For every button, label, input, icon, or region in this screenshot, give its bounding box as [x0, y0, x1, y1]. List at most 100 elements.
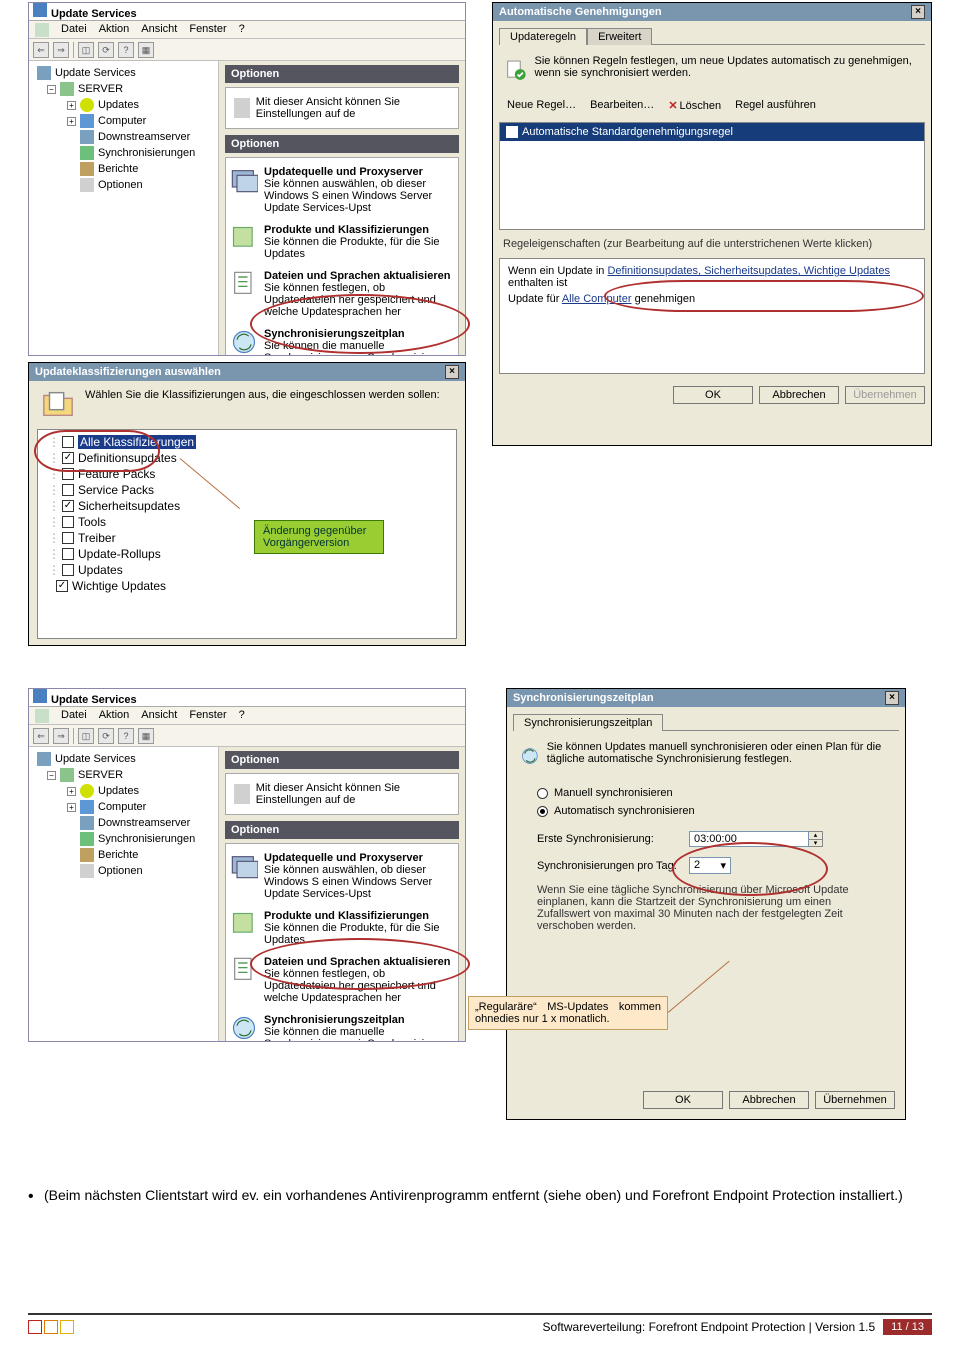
edit-rule-link[interactable]: Bearbeiten…: [590, 99, 654, 112]
close-icon[interactable]: ×: [911, 5, 925, 19]
class-item-6[interactable]: ⋮Treiber: [46, 530, 448, 546]
peach-annotation: „Regularäre“ MS-Updates kommen ohnedies …: [468, 996, 668, 1030]
class-checkbox[interactable]: ✓: [62, 500, 74, 512]
cancel-button[interactable]: Abbrechen: [759, 386, 839, 404]
menu-window[interactable]: Fenster: [189, 709, 226, 722]
rule-checkbox[interactable]: ✓: [506, 126, 518, 138]
forward-icon[interactable]: ⇒: [53, 728, 69, 744]
tree-downstream[interactable]: Downstreamserver: [31, 129, 216, 145]
class-checkbox[interactable]: ✓: [56, 580, 68, 592]
class-checkbox[interactable]: [62, 516, 74, 528]
tab-syncplan[interactable]: Synchronisierungszeitplan: [513, 714, 663, 731]
class-item-2[interactable]: ⋮Feature Packs: [46, 466, 448, 482]
class-item-9[interactable]: ✓Wichtige Updates: [46, 578, 448, 594]
tree-downstream[interactable]: Downstreamserver: [31, 815, 216, 831]
option-sync-plan[interactable]: SynchronisierungszeitplanSie können die …: [228, 1012, 456, 1041]
rule-row[interactable]: ✓ Automatische Standardgenehmigungsregel: [500, 123, 924, 141]
tree-server[interactable]: −SERVER: [31, 767, 216, 783]
tiles-icon[interactable]: ▦: [138, 42, 154, 58]
option-files-lang[interactable]: Dateien und Sprachen aktualisierenSie kö…: [228, 954, 456, 1012]
tree-root[interactable]: Update Services: [31, 65, 216, 81]
sys-menu-icon[interactable]: [35, 23, 49, 37]
tiles-icon[interactable]: ▦: [138, 728, 154, 744]
dialog-title-bar[interactable]: Synchronisierungszeitplan ×: [507, 689, 905, 707]
ok-button[interactable]: OK: [643, 1091, 723, 1109]
tree-sync[interactable]: Synchronisierungen: [31, 831, 216, 847]
sys-menu-icon[interactable]: [35, 709, 49, 723]
apply-button[interactable]: Übernehmen: [815, 1091, 895, 1109]
delete-rule-link[interactable]: ✕Löschen: [668, 99, 721, 112]
class-checkbox[interactable]: [62, 468, 74, 480]
tree-server[interactable]: −SERVER: [31, 81, 216, 97]
new-rule-link[interactable]: Neue Regel…: [507, 99, 576, 112]
radio-auto[interactable]: Automatisch synchronisieren: [507, 802, 905, 827]
radio-manual[interactable]: Manuell synchronisieren: [507, 781, 905, 802]
class-item-5[interactable]: ⋮Tools: [46, 514, 448, 530]
tab-erweitert[interactable]: Erweitert: [587, 28, 652, 45]
tool-icon[interactable]: ◫: [78, 42, 94, 58]
rule-label: Automatische Standardgenehmigungsregel: [522, 126, 733, 138]
option-products[interactable]: Produkte und KlassifizierungenSie können…: [228, 222, 456, 268]
option-source-proxy[interactable]: Updatequelle und ProxyserverSie können a…: [228, 164, 456, 222]
class-item-3[interactable]: ⋮Service Packs: [46, 482, 448, 498]
close-icon[interactable]: ×: [885, 691, 899, 705]
back-icon[interactable]: ⇐: [33, 728, 49, 744]
tree-updates[interactable]: +Updates: [31, 97, 216, 113]
class-item-7[interactable]: ⋮Update-Rollups: [46, 546, 448, 562]
tree-root[interactable]: Update Services: [31, 751, 216, 767]
forward-icon[interactable]: ⇒: [53, 42, 69, 58]
menu-file[interactable]: Datei: [61, 23, 87, 36]
menu-file[interactable]: Datei: [61, 709, 87, 722]
class-checkbox[interactable]: [62, 564, 74, 576]
tree-sync[interactable]: Synchronisierungen: [31, 145, 216, 161]
refresh-icon[interactable]: ⟳: [98, 728, 114, 744]
class-checkbox[interactable]: [62, 532, 74, 544]
cancel-button[interactable]: Abbrechen: [729, 1091, 809, 1109]
tree-reports[interactable]: Berichte: [31, 847, 216, 863]
tree-options[interactable]: Optionen: [31, 177, 216, 193]
class-checkbox[interactable]: [62, 436, 74, 448]
class-checkbox[interactable]: [62, 484, 74, 496]
class-item-4[interactable]: ⋮✓Sicherheitsupdates: [46, 498, 448, 514]
ok-button[interactable]: OK: [673, 386, 753, 404]
tree-computer[interactable]: +Computer: [31, 113, 216, 129]
run-rule-link[interactable]: Regel ausführen: [735, 99, 816, 112]
class-checkbox[interactable]: ✓: [62, 452, 74, 464]
rule-computer-link[interactable]: Alle Computer: [562, 293, 632, 305]
dialog-title-bar[interactable]: Updateklassifizierungen auswählen ×: [29, 363, 465, 381]
option-source-proxy[interactable]: Updatequelle und ProxyserverSie können a…: [228, 850, 456, 908]
options-intro: Mit dieser Ansicht können Sie Einstellun…: [256, 96, 450, 120]
tab-updateregeln[interactable]: Updateregeln: [499, 28, 587, 45]
class-checkbox[interactable]: [62, 548, 74, 560]
option-products[interactable]: Produkte und KlassifizierungenSie können…: [228, 908, 456, 954]
apply-button[interactable]: Übernehmen: [845, 386, 925, 404]
option-files-lang[interactable]: Dateien und Sprachen aktualisierenSie kö…: [228, 268, 456, 326]
tree-options[interactable]: Optionen: [31, 863, 216, 879]
rule-classification-link[interactable]: Definitionsupdates, Sicherheitsupdates, …: [607, 265, 890, 277]
tree-reports[interactable]: Berichte: [31, 161, 216, 177]
option-sync-plan[interactable]: SynchronisierungszeitplanSie können die …: [228, 326, 456, 355]
close-icon[interactable]: ×: [445, 365, 459, 379]
footer-text: Softwareverteilung: Forefront Endpoint P…: [543, 1320, 876, 1334]
menu-help[interactable]: ?: [239, 709, 245, 722]
back-icon[interactable]: ⇐: [33, 42, 49, 58]
menu-window[interactable]: Fenster: [189, 23, 226, 36]
help-icon[interactable]: ?: [118, 42, 134, 58]
class-item-1[interactable]: ⋮✓Definitionsupdates: [46, 450, 448, 466]
refresh-icon[interactable]: ⟳: [98, 42, 114, 58]
tool-icon[interactable]: ◫: [78, 728, 94, 744]
dialog-title-bar[interactable]: Automatische Genehmigungen ×: [493, 3, 931, 21]
menu-view[interactable]: Ansicht: [141, 23, 177, 36]
menu-help[interactable]: ?: [239, 23, 245, 36]
help-icon[interactable]: ?: [118, 728, 134, 744]
tree-computer[interactable]: +Computer: [31, 799, 216, 815]
class-item-0[interactable]: ⋮Alle Klassifizierungen: [46, 434, 448, 450]
tree-updates[interactable]: +Updates: [31, 783, 216, 799]
per-day-select[interactable]: 2 ▾: [689, 857, 731, 874]
menu-view[interactable]: Ansicht: [141, 709, 177, 722]
time-spinner[interactable]: ▴▾: [809, 831, 823, 847]
class-item-8[interactable]: ⋮Updates: [46, 562, 448, 578]
menu-action[interactable]: Aktion: [99, 709, 130, 722]
first-sync-input[interactable]: 03:00:00: [689, 831, 809, 847]
menu-action[interactable]: Aktion: [99, 23, 130, 36]
